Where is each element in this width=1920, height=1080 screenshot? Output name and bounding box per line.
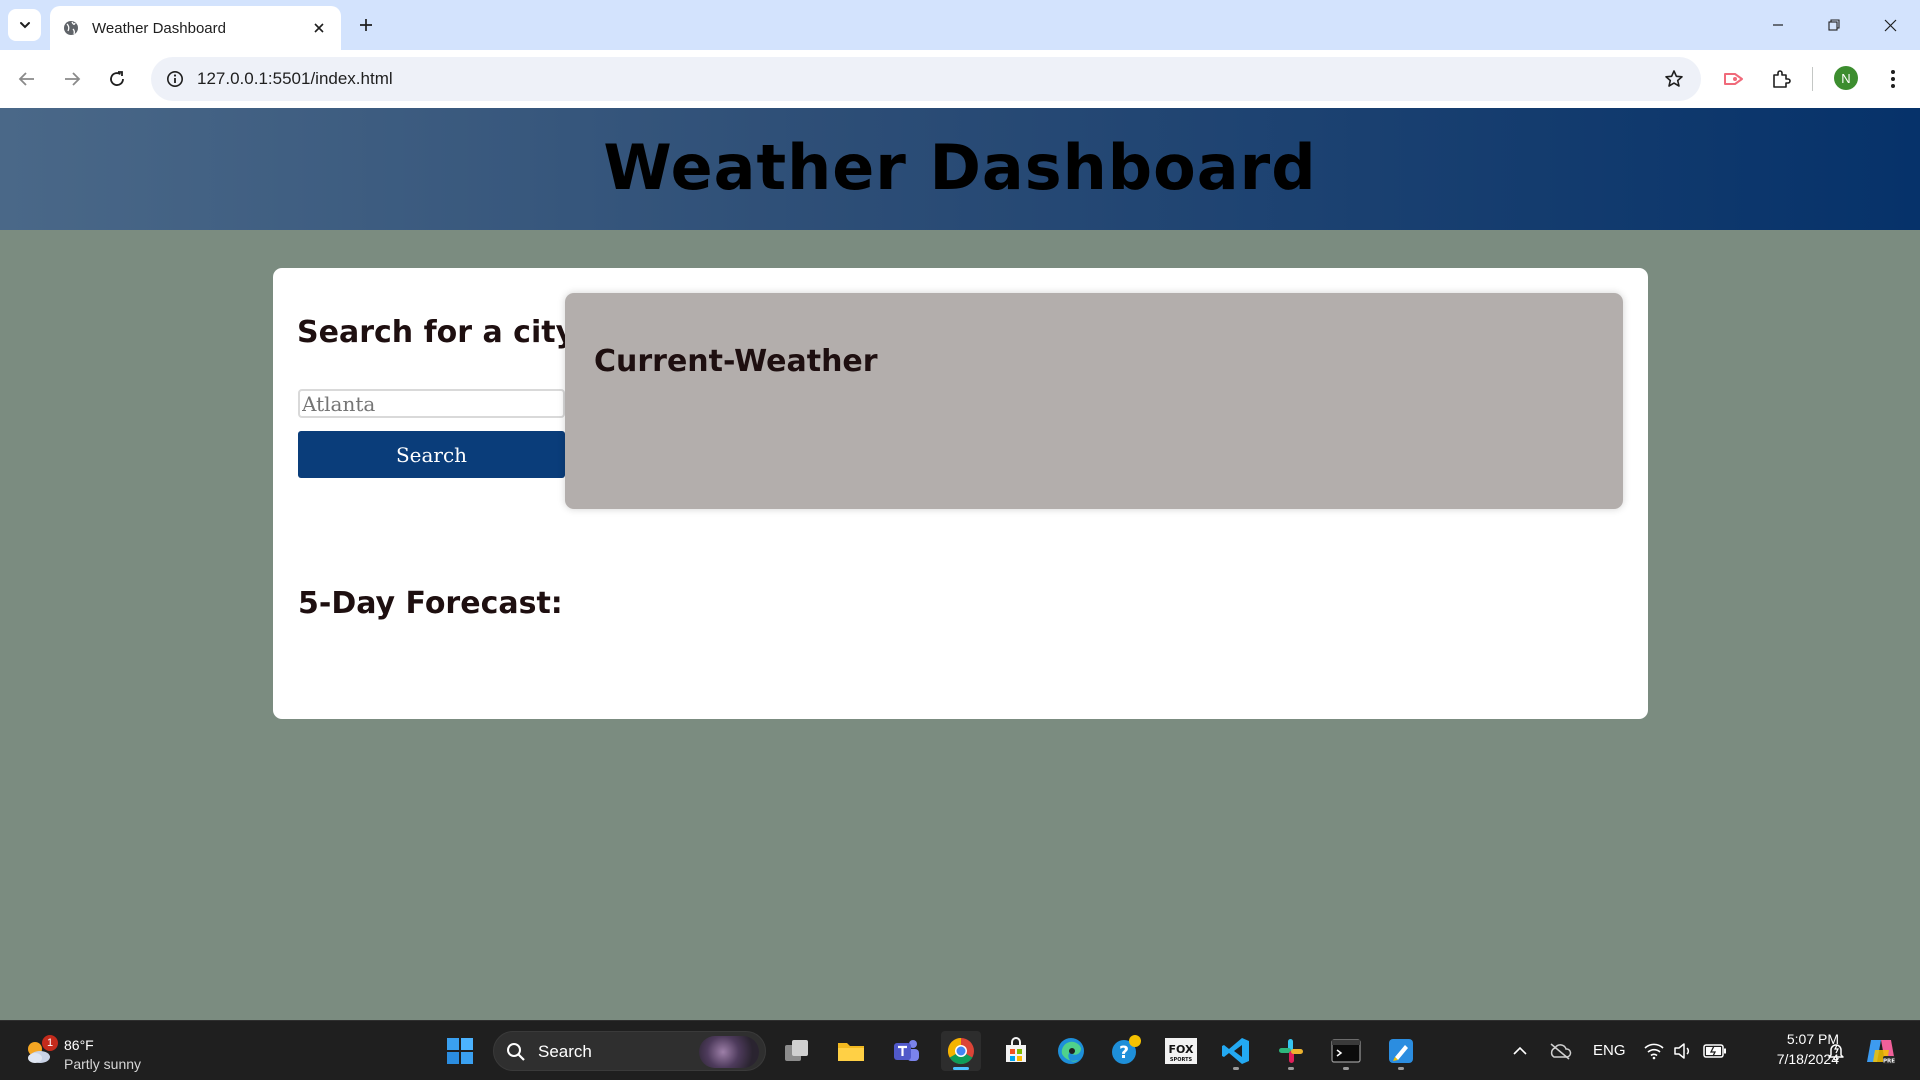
wifi-icon[interactable] <box>1643 1039 1665 1063</box>
search-icon <box>507 1043 525 1061</box>
chrome-button[interactable] <box>941 1031 981 1071</box>
folder-icon <box>838 1043 864 1061</box>
terminal-button[interactable] <box>1326 1031 1366 1071</box>
forward-arrow-icon[interactable] <box>56 63 88 95</box>
svg-text:?: ? <box>1119 1043 1129 1063</box>
restore-icon[interactable] <box>1806 0 1862 50</box>
weather-widget[interactable]: 1 86°F Partly sunny <box>22 1029 162 1073</box>
chevron-up-icon[interactable] <box>1510 1041 1530 1061</box>
current-weather-heading: Current-Weather <box>594 344 878 379</box>
active-app-indicator <box>953 1067 969 1070</box>
page-title: Weather Dashboard <box>603 130 1317 204</box>
site-info-icon[interactable] <box>161 65 189 93</box>
tab-search-dropdown[interactable] <box>8 9 41 41</box>
microsoft-store-button[interactable] <box>996 1031 1036 1071</box>
search-heading: Search for a city: <box>297 315 588 350</box>
paint-icon <box>1389 1039 1413 1063</box>
chevron-down-icon <box>19 22 30 29</box>
copilot-icon[interactable]: PRE <box>1864 1035 1898 1067</box>
bookmark-star-icon[interactable] <box>1661 66 1687 92</box>
close-window-icon[interactable] <box>1862 0 1918 50</box>
svg-text:PRE: PRE <box>1883 1059 1895 1065</box>
paint-app-button[interactable] <box>1381 1031 1421 1071</box>
help-icon: ? <box>1112 1035 1141 1064</box>
reload-icon[interactable] <box>101 63 133 95</box>
store-icon <box>1006 1037 1026 1062</box>
page-header: Weather Dashboard <box>0 108 1920 230</box>
toolbar-separator <box>1812 67 1813 91</box>
open-app-indicator <box>1343 1067 1349 1070</box>
minimize-icon[interactable] <box>1750 0 1806 50</box>
windows-logo-icon <box>447 1038 473 1064</box>
open-app-indicator <box>1288 1067 1294 1070</box>
weather-temperature: 86°F <box>64 1037 94 1053</box>
svg-text:SPORTS: SPORTS <box>1170 1057 1193 1063</box>
edge-icon <box>1058 1038 1084 1064</box>
search-button[interactable]: Search <box>298 431 565 478</box>
get-help-button[interactable]: ? <box>1106 1031 1146 1071</box>
file-explorer-button[interactable] <box>831 1031 871 1071</box>
city-search-input[interactable] <box>298 389 565 418</box>
battery-icon[interactable] <box>1702 1039 1728 1063</box>
teams-icon <box>894 1040 919 1061</box>
extension-cast-icon[interactable] <box>1718 63 1750 95</box>
open-app-indicator <box>1398 1067 1404 1070</box>
vscode-icon <box>1222 1038 1249 1064</box>
forecast-heading: 5-Day Forecast: <box>298 586 563 621</box>
windows-taskbar: 1 86°F Partly sunny Search ? FOX SPORTS … <box>0 1020 1920 1080</box>
weather-condition: Partly sunny <box>64 1056 142 1072</box>
current-weather-panel: Current-Weather <box>565 293 1623 509</box>
taskbar-search-box[interactable]: Search <box>493 1031 766 1071</box>
extensions-puzzle-icon[interactable] <box>1765 63 1797 95</box>
profile-avatar[interactable]: N <box>1834 66 1858 90</box>
slack-button[interactable] <box>1271 1031 1311 1071</box>
onedrive-offline-icon[interactable] <box>1547 1039 1573 1063</box>
back-arrow-icon[interactable] <box>11 63 43 95</box>
globe-icon <box>62 19 80 37</box>
dashboard-card: Search for a city: Search Current-Weathe… <box>273 268 1648 719</box>
open-app-indicator <box>1233 1067 1239 1070</box>
vscode-button[interactable] <box>1216 1031 1256 1071</box>
address-bar[interactable]: 127.0.0.1:5501/index.html <box>151 57 1701 101</box>
volume-icon[interactable] <box>1672 1039 1694 1063</box>
url-text: 127.0.0.1:5501/index.html <box>197 69 393 88</box>
svg-text:FOX: FOX <box>1169 1043 1194 1056</box>
slack-icon <box>1279 1039 1303 1063</box>
chrome-icon <box>947 1037 974 1065</box>
edge-button[interactable] <box>1051 1031 1091 1071</box>
more-menu-icon[interactable] <box>1877 63 1909 95</box>
fox-sports-icon: FOXSPORTS <box>1165 1038 1197 1064</box>
language-indicator[interactable]: ENG <box>1593 1042 1626 1059</box>
close-tab-icon[interactable] <box>307 16 331 40</box>
browser-toolbar: 127.0.0.1:5501/index.html <box>0 50 1920 108</box>
task-view-button[interactable] <box>777 1031 817 1071</box>
tab-title: Weather Dashboard <box>92 19 226 37</box>
task-view-icon <box>785 1040 808 1061</box>
notification-bell-icon[interactable] <box>1824 1039 1848 1063</box>
terminal-icon <box>1331 1039 1361 1063</box>
teams-button[interactable] <box>886 1031 926 1071</box>
start-button[interactable] <box>440 1031 480 1071</box>
browser-tab-strip: Weather Dashboard <box>0 0 1920 50</box>
browser-tab[interactable]: Weather Dashboard <box>50 6 341 50</box>
taskbar-search-label: Search <box>538 1042 592 1061</box>
search-highlight-image <box>699 1036 759 1068</box>
fox-sports-button[interactable]: FOX SPORTS <box>1161 1031 1201 1071</box>
notification-badge: 1 <box>42 1035 58 1051</box>
new-tab-plus-icon[interactable] <box>352 11 380 39</box>
